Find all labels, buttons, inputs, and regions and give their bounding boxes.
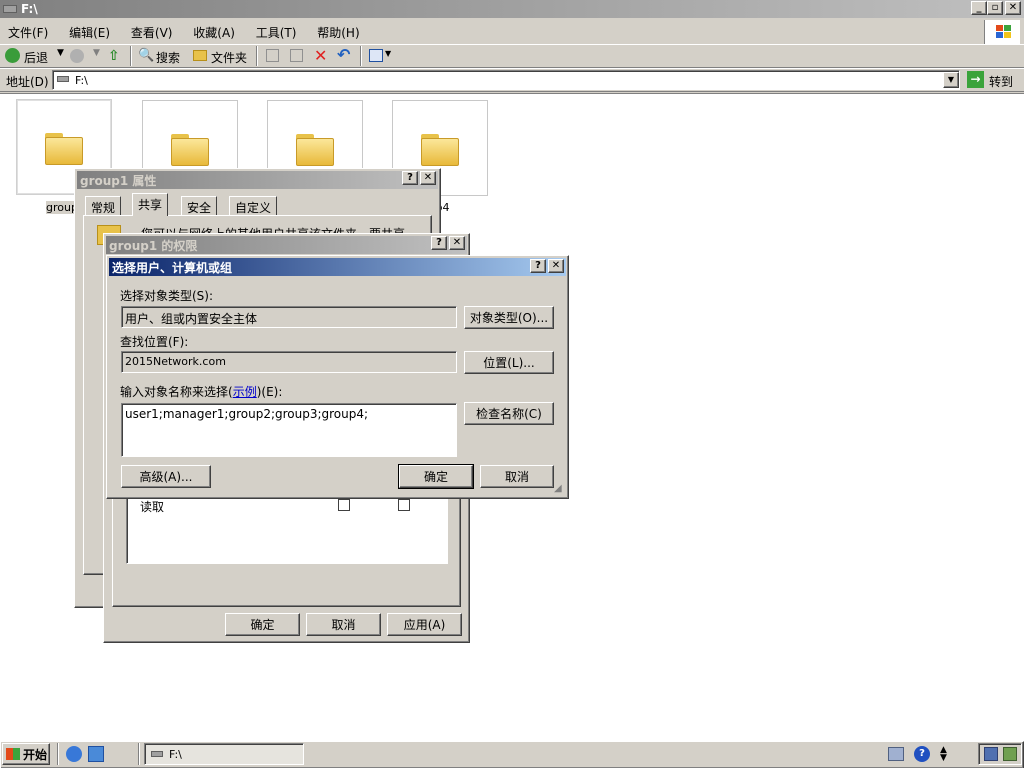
menu-view[interactable]: 查看(V) [131, 26, 173, 40]
views-icon[interactable] [369, 49, 383, 62]
deny-read-checkbox[interactable] [398, 499, 410, 511]
menu-bar: 文件(F) 编辑(E) 查看(V) 收藏(A) 工具(T) 帮助(H) [8, 24, 377, 40]
help-button[interactable]: ? [402, 171, 418, 185]
start-label: 开始 [23, 747, 48, 762]
object-types-button[interactable]: 对象类型(O)... [464, 306, 554, 329]
permissions-titlebar[interactable]: group1 的权限 [106, 236, 467, 254]
drive-icon [57, 76, 69, 82]
select-cancel-button[interactable]: 取消 [480, 465, 554, 488]
outlook-icon[interactable] [88, 746, 104, 762]
tab-security[interactable]: 安全 [181, 196, 218, 216]
object-names-label: 输入对象名称来选择(示例)(E): [120, 385, 283, 399]
help-button[interactable]: ? [431, 236, 447, 250]
allow-read-checkbox[interactable] [338, 499, 350, 511]
taskbar-explorer-label: F:\ [169, 747, 182, 761]
folders-label[interactable]: 文件夹 [211, 49, 247, 66]
help-button[interactable]: ? [530, 259, 546, 273]
network-icon[interactable] [984, 747, 998, 761]
menu-file[interactable]: 文件(F) [8, 26, 48, 40]
menu-edit[interactable]: 编辑(E) [69, 26, 110, 40]
address-dropdown-button[interactable]: ▼ [943, 72, 959, 88]
forward-dropdown-icon[interactable]: ▼ [93, 48, 100, 58]
check-names-button[interactable]: 检查名称(C) [464, 402, 554, 425]
start-logo-icon [6, 748, 20, 760]
search-icon[interactable]: 🔍 [138, 48, 154, 63]
forward-icon[interactable] [70, 49, 84, 63]
drive-icon [151, 751, 163, 757]
drive-icon [3, 5, 17, 13]
address-label: 地址(D) [6, 75, 49, 89]
locations-button[interactable]: 位置(L)... [464, 351, 554, 374]
close-button[interactable]: ✕ [420, 171, 436, 185]
folder-icon [171, 131, 209, 166]
permissions-ok-button[interactable]: 确定 [225, 613, 300, 636]
go-button[interactable]: 转到 [989, 73, 1013, 90]
permissions-title: group1 的权限 [109, 238, 198, 253]
network-tray-icon[interactable] [888, 747, 904, 761]
tray-scroll-icon[interactable]: ▲ ▼ [940, 746, 950, 763]
folder-icon [296, 131, 334, 166]
windows-logo [984, 20, 1020, 44]
location-field: 2015Network.com [121, 351, 457, 373]
folder-icon [421, 131, 459, 166]
move-to-icon[interactable] [266, 49, 279, 62]
copy-to-icon[interactable] [290, 49, 303, 62]
select-ok-button[interactable]: 确定 [398, 464, 474, 489]
views-dropdown-icon[interactable]: ▼ [385, 49, 391, 58]
back-label[interactable]: 后退 [24, 49, 48, 66]
properties-titlebar[interactable]: group1 属性 [77, 171, 438, 189]
up-folder-icon[interactable]: ⇧ [108, 48, 122, 64]
minimize-button[interactable]: _ [971, 1, 987, 15]
search-label[interactable]: 搜索 [156, 49, 180, 66]
menu-tools[interactable]: 工具(T) [256, 26, 297, 40]
security-icon[interactable] [1003, 747, 1017, 761]
object-names-input[interactable]: user1;manager1;group2;group3;group4; [121, 403, 457, 457]
window-title: F:\ [21, 2, 38, 16]
taskbar-explorer-button[interactable]: F:\ [144, 743, 304, 765]
tab-general[interactable]: 常规 [85, 196, 122, 216]
explorer-titlebar[interactable]: F:\ [0, 0, 1024, 18]
address-value: F:\ [75, 74, 88, 87]
menu-favorites[interactable]: 收藏(A) [193, 26, 235, 40]
restore-button[interactable]: ▫ [987, 1, 1003, 15]
start-button[interactable]: 开始 [2, 743, 50, 765]
close-button[interactable]: ✕ [1005, 1, 1021, 15]
undo-icon[interactable]: ↶ [337, 45, 350, 64]
help-tray-icon[interactable]: ? [914, 746, 930, 762]
back-dropdown-icon[interactable]: ▼ [57, 48, 64, 58]
tab-customize[interactable]: 自定义 [229, 196, 278, 216]
select-users-title: 选择用户、计算机或组 [112, 260, 233, 275]
examples-link[interactable]: 示例 [233, 385, 257, 399]
delete-icon[interactable]: ✕ [314, 46, 327, 65]
menu-help[interactable]: 帮助(H) [317, 26, 359, 40]
advanced-button[interactable]: 高级(A)... [121, 465, 211, 488]
select-users-dialog: 选择用户、计算机或组 ? ✕ 选择对象类型(S): 用户、组或内置安全主体 对象… [106, 255, 569, 499]
permission-read-label: 读取 [140, 500, 165, 514]
object-type-label: 选择对象类型(S): [120, 289, 214, 303]
close-button[interactable]: ✕ [449, 236, 465, 250]
close-button[interactable]: ✕ [548, 259, 564, 273]
location-label: 查找位置(F): [120, 335, 189, 349]
back-icon[interactable] [5, 48, 20, 63]
permissions-cancel-button[interactable]: 取消 [306, 613, 381, 636]
permissions-apply-button[interactable]: 应用(A) [387, 613, 462, 636]
tab-sharing[interactable]: 共享 [132, 193, 169, 216]
ie-icon[interactable] [66, 746, 82, 762]
system-tray [978, 743, 1022, 765]
folder-icon [45, 130, 83, 165]
object-type-field: 用户、组或内置安全主体 [121, 306, 457, 328]
select-users-titlebar[interactable]: 选择用户、计算机或组 [109, 258, 566, 276]
go-icon[interactable]: → [967, 71, 984, 88]
folders-icon[interactable] [193, 50, 207, 61]
resize-grip-icon[interactable]: ◢ [554, 484, 566, 496]
properties-title: group1 属性 [80, 173, 157, 188]
address-input[interactable]: F:\ [52, 70, 960, 90]
